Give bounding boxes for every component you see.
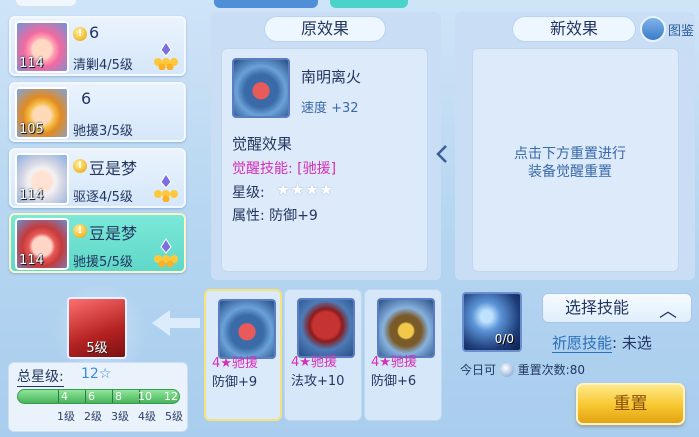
- select-skill-button[interactable]: 选择技能 ︿: [542, 293, 692, 323]
- hero-card-4[interactable]: 114 ! 豆是梦 驰援5/5级: [9, 213, 186, 273]
- star-tick: [112, 390, 113, 403]
- star-summary: 总星级: 12☆ 4 6 8 10 12 1级 2级 3级 4级 5级: [8, 362, 188, 432]
- current-equipment-slot[interactable]: 5级: [67, 297, 127, 359]
- star-level-label: 5级: [165, 410, 183, 423]
- today-label: 今日可: [460, 363, 497, 377]
- wish-skill-value: : 未选: [612, 334, 652, 352]
- hero-name: 豆是梦: [89, 224, 138, 243]
- hero-skill: 驱逐4/5级: [73, 190, 133, 205]
- coin-icon: !: [73, 159, 87, 173]
- hero-portrait: 114: [15, 218, 69, 270]
- star-rating: ★★★★: [276, 180, 334, 199]
- candidate-card-3[interactable]: 4★驰援 防御+6: [364, 289, 442, 421]
- star-level-label: 2级: [84, 410, 102, 423]
- rank-badge-icon: [154, 238, 178, 267]
- rank-badge-icon: [154, 41, 178, 70]
- hero-portrait: 105: [15, 87, 69, 139]
- star-summary-title: 总星级:: [17, 366, 64, 387]
- star-level-label: 1级: [57, 410, 75, 423]
- top-decoration: [16, 0, 76, 6]
- hero-level: 114: [19, 188, 44, 203]
- reset-button[interactable]: 重置: [576, 383, 685, 425]
- star-level-label: 3级: [111, 410, 129, 423]
- star-summary-value: 12☆: [81, 366, 112, 382]
- hero-card-2[interactable]: 105 6 驰援3/5级: [9, 82, 186, 142]
- candidate-stat: 防御+9: [212, 375, 258, 390]
- candidate-equipment-icon: [218, 299, 276, 359]
- coin-icon: !: [73, 224, 87, 238]
- hint-line-1: 点击下方重置进行: [514, 146, 626, 162]
- book-icon: [640, 16, 666, 42]
- star-level-label: 4级: [138, 410, 156, 423]
- hero-level: 114: [19, 253, 44, 268]
- star-tick: [58, 390, 59, 403]
- wish-skill-label: 祈愿技能: [552, 334, 613, 353]
- hero-card-1[interactable]: 114 ! 6 清剿4/5级: [9, 16, 186, 76]
- awaken-effect-title: 觉醒效果: [232, 135, 293, 153]
- coin-icon: !: [73, 27, 87, 41]
- hero-portrait: 114: [15, 153, 69, 205]
- original-equipment-icon[interactable]: [232, 58, 290, 118]
- candidate-equipment-icon: [297, 298, 355, 358]
- stone-count: 0/0: [494, 332, 514, 346]
- star-threshold: 6: [88, 390, 95, 403]
- hero-name: 6: [81, 89, 92, 108]
- star-progress-bar: [17, 389, 180, 404]
- star-threshold: 12: [164, 390, 178, 403]
- chevron-left-icon: [436, 145, 447, 163]
- rank-badge-icon: [154, 173, 178, 202]
- candidate-equipment-icon: [377, 298, 435, 358]
- new-effect-header: 新效果: [512, 16, 636, 42]
- stone-icon: [499, 363, 514, 377]
- handbook-label: 图鉴: [668, 24, 695, 39]
- star-tick: [85, 390, 86, 403]
- top-tab-left[interactable]: [214, 0, 318, 8]
- hero-skill: 驰援3/5级: [73, 124, 133, 139]
- reset-count-line: 今日可 重置次数:80: [460, 361, 585, 378]
- hero-card-3[interactable]: 114 ! 豆是梦 驱逐4/5级: [9, 148, 186, 208]
- reset-count: 重置次数:80: [517, 363, 585, 377]
- handbook-button[interactable]: 图鉴: [640, 16, 698, 42]
- candidate-title: 4★驰援: [371, 355, 417, 370]
- candidate-title: 4★驰援: [291, 355, 337, 370]
- candidate-stat: 法攻+10: [291, 374, 345, 389]
- hero-portrait: 114: [15, 21, 69, 73]
- select-skill-label: 选择技能: [565, 298, 630, 317]
- equipment-level: 5级: [86, 341, 108, 356]
- wish-skill[interactable]: 祈愿技能: 未选: [552, 332, 652, 353]
- original-effect-header: 原效果: [264, 16, 386, 42]
- hero-level: 114: [19, 56, 44, 71]
- original-item-stat: 速度 +32: [301, 101, 359, 116]
- hero-level: 105: [19, 122, 44, 137]
- candidate-title: 4★驰援: [212, 356, 258, 371]
- hero-skill: 清剿4/5级: [73, 58, 133, 73]
- candidate-card-1[interactable]: 4★驰援 防御+9: [204, 289, 282, 421]
- original-item-name: 南明离火: [301, 68, 362, 86]
- chevron-up-icon: ︿: [659, 301, 677, 322]
- reset-stone-slot[interactable]: 0/0: [462, 292, 522, 352]
- hero-skill: 驰援5/5级: [73, 255, 133, 270]
- attribute-line: 属性: 防御+9: [232, 208, 318, 224]
- star-label: 星级:: [232, 185, 265, 201]
- hint-line-2: 装备觉醒重置: [528, 164, 612, 180]
- star-threshold: 8: [115, 390, 122, 403]
- awaken-skill: 觉醒技能: [驰援]: [232, 161, 337, 177]
- star-threshold: 4: [61, 390, 68, 403]
- candidate-card-2[interactable]: 4★驰援 法攻+10: [284, 289, 362, 421]
- candidate-stat: 防御+6: [371, 374, 417, 389]
- hero-name: 6: [89, 23, 100, 42]
- top-tab-right[interactable]: [330, 0, 408, 8]
- arrow-left-icon: [152, 310, 200, 336]
- hero-name: 豆是梦: [89, 159, 138, 178]
- star-threshold: 10: [138, 390, 152, 403]
